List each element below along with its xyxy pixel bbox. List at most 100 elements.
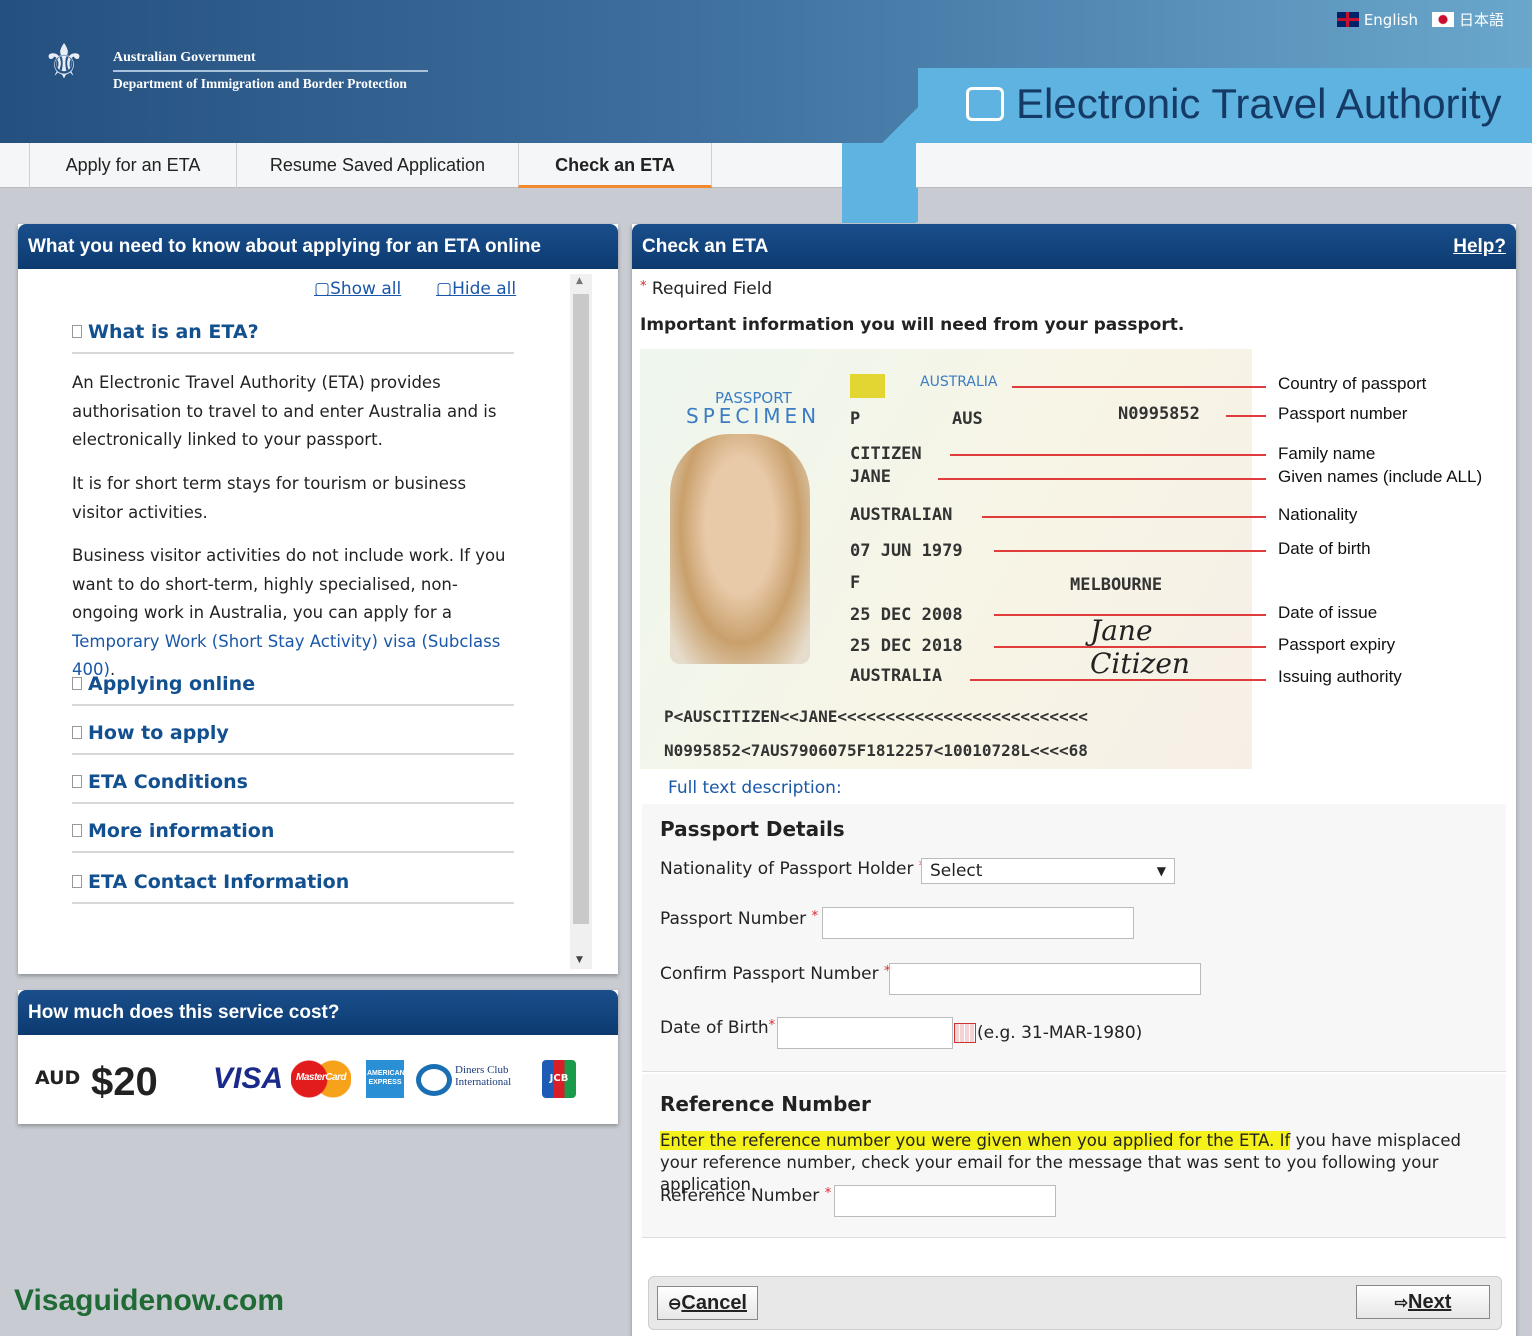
callout-line	[994, 550, 1266, 552]
government-logo[interactable]: ⚜ Australian Government Department of Im…	[22, 30, 442, 100]
dob-label: Date of Birth	[660, 1018, 769, 1038]
section-applying-online[interactable]: Applying online	[72, 673, 514, 706]
passport-country: AUSTRALIA	[920, 374, 998, 390]
mastercard-text: MasterCard	[295, 1072, 347, 1083]
expand-icon	[72, 677, 82, 690]
nationality-select[interactable]: Select ▼	[921, 858, 1175, 884]
passport-number-input[interactable]	[822, 907, 1134, 939]
language-switcher: English 日本語	[1336, 9, 1504, 30]
paragraph-text: Business visitor activities do not inclu…	[72, 546, 506, 622]
passport-specimen: SPECIMEN	[686, 404, 821, 428]
highlighted-text: Enter the reference number you were give…	[660, 1131, 1291, 1150]
expand-icon	[72, 875, 82, 888]
callout-line	[970, 679, 1266, 681]
section-title: ETA Conditions	[88, 771, 248, 793]
next-button[interactable]: ⇨Next	[1356, 1285, 1490, 1319]
logo-divider	[113, 70, 428, 72]
section-what-is-eta[interactable]: What is an ETA?	[72, 321, 514, 354]
diners-club-text: Diners Club International	[455, 1064, 512, 1088]
passport-doc-no: N0995852	[1118, 404, 1200, 424]
nav-bar-right	[916, 143, 1532, 188]
hide-all-link[interactable]: ▢Hide all	[436, 279, 516, 299]
app-title: Electronic Travel Authority	[966, 80, 1502, 128]
callout-line	[1012, 386, 1266, 388]
scrollbar[interactable]: ▲ ▼	[570, 274, 592, 969]
info-panel-title: What you need to know about applying for…	[18, 224, 618, 269]
expand-icon	[72, 726, 82, 739]
cancel-label: Cancel	[681, 1292, 747, 1314]
watermark-logo: Visaguidenow.com	[14, 1284, 285, 1317]
full-text-description-link[interactable]: Full text description:	[668, 778, 842, 798]
section-title: How to apply	[88, 722, 229, 744]
language-japanese[interactable]: 日本語	[1431, 9, 1504, 30]
currency: AUD	[35, 1067, 81, 1089]
help-link[interactable]: Help?	[1453, 224, 1506, 269]
jcb-logo: JCB	[542, 1060, 576, 1098]
language-english[interactable]: English	[1336, 9, 1418, 30]
confirm-passport-number-input[interactable]	[889, 963, 1201, 995]
amex-text: American Express	[367, 1070, 404, 1086]
show-all-link[interactable]: ▢Show all	[314, 279, 401, 299]
callout-line	[982, 516, 1266, 518]
next-label: Next	[1408, 1291, 1452, 1313]
passport-number-label: Passport Number	[660, 909, 807, 929]
section-title: Applying online	[88, 673, 256, 695]
required-asterisk: *	[640, 279, 647, 294]
passport-authority: AUSTRALIA	[850, 666, 943, 686]
diners-club-logo	[416, 1064, 452, 1096]
reference-title: Reference Number	[660, 1092, 871, 1116]
passport-surname: CITIZEN	[850, 444, 922, 464]
department-name: Department of Immigration and Border Pro…	[113, 76, 407, 91]
visa-logo: VISA	[213, 1062, 284, 1095]
tab-apply[interactable]: Apply for an ETA	[29, 143, 236, 188]
hide-all-label: Hide all	[452, 279, 517, 299]
section-more-information[interactable]: More information	[72, 820, 514, 853]
required-asterisk: *	[768, 1018, 776, 1033]
scroll-down-icon[interactable]: ▼	[576, 955, 583, 965]
reference-number-input[interactable]	[834, 1185, 1056, 1217]
required-note: Required Field	[651, 279, 773, 299]
language-label: English	[1363, 10, 1418, 29]
passport-mrz-line-1: P<AUSCITIZEN<<JANE<<<<<<<<<<<<<<<<<<<<<<…	[664, 707, 1088, 726]
arrow-right-icon: ⇨	[1394, 1295, 1409, 1312]
cancel-button[interactable]: ⊖Cancel	[657, 1286, 758, 1320]
section-title: ETA Contact Information	[88, 871, 350, 893]
date-of-birth-input[interactable]	[777, 1017, 953, 1049]
scrollbar-thumb[interactable]	[573, 294, 589, 924]
section-how-to-apply[interactable]: How to apply	[72, 722, 514, 755]
passport-place: MELBOURNE	[1070, 575, 1163, 595]
tab-check[interactable]: Check an ETA	[518, 143, 712, 188]
passport-code: AUS	[952, 409, 983, 429]
mastercard-logo: MasterCard	[291, 1060, 351, 1098]
section-eta-conditions[interactable]: ETA Conditions	[72, 771, 514, 804]
check-eta-title: Check an ETA	[642, 236, 769, 257]
passport-dob: 07 JUN 1979	[850, 541, 963, 561]
required-asterisk: *	[811, 909, 819, 924]
callout-given-names: Given names (include ALL)	[1278, 467, 1483, 486]
gov-name: Australian Government	[113, 50, 256, 65]
callout-passport-number: Passport number	[1278, 404, 1408, 423]
paragraph: It is for short term stays for tourism o…	[72, 474, 467, 522]
calendar-icon[interactable]	[954, 1023, 976, 1043]
scroll-up-icon[interactable]: ▲	[576, 276, 583, 286]
required-asterisk: *	[824, 1186, 832, 1201]
coat-of-arms-icon: ⚜	[42, 36, 86, 89]
callout-date-of-issue: Date of issue	[1278, 603, 1378, 622]
app-title-text: Electronic Travel Authority	[1016, 80, 1502, 127]
check-eta-header: Check an ETA Help?	[632, 224, 1516, 269]
uk-flag-icon	[1336, 12, 1359, 27]
section-contact-information[interactable]: ETA Contact Information	[72, 871, 514, 904]
tab-resume[interactable]: Resume Saved Application	[236, 143, 518, 188]
header-decoration	[842, 143, 916, 223]
show-all-label: Show all	[330, 279, 402, 299]
callout-nationality: Nationality	[1278, 505, 1358, 524]
cost-panel-title: How much does this service cost?	[18, 990, 618, 1035]
info-panel: What you need to know about applying for…	[18, 224, 618, 974]
dropdown-arrow-icon: ▼	[1156, 864, 1166, 878]
passport-mrz-line-2: N0995852<7AUS7906075F1812257<10010728L<<…	[664, 741, 1088, 760]
subclass-400-link[interactable]: Temporary Work (Short Stay Activity) vis…	[72, 632, 500, 680]
main-nav: Apply for an ETA Resume Saved Applicatio…	[0, 143, 842, 188]
section-title: What is an ETA?	[88, 321, 259, 343]
passport-nationality: AUSTRALIAN	[850, 505, 953, 525]
expand-icon	[72, 824, 82, 837]
